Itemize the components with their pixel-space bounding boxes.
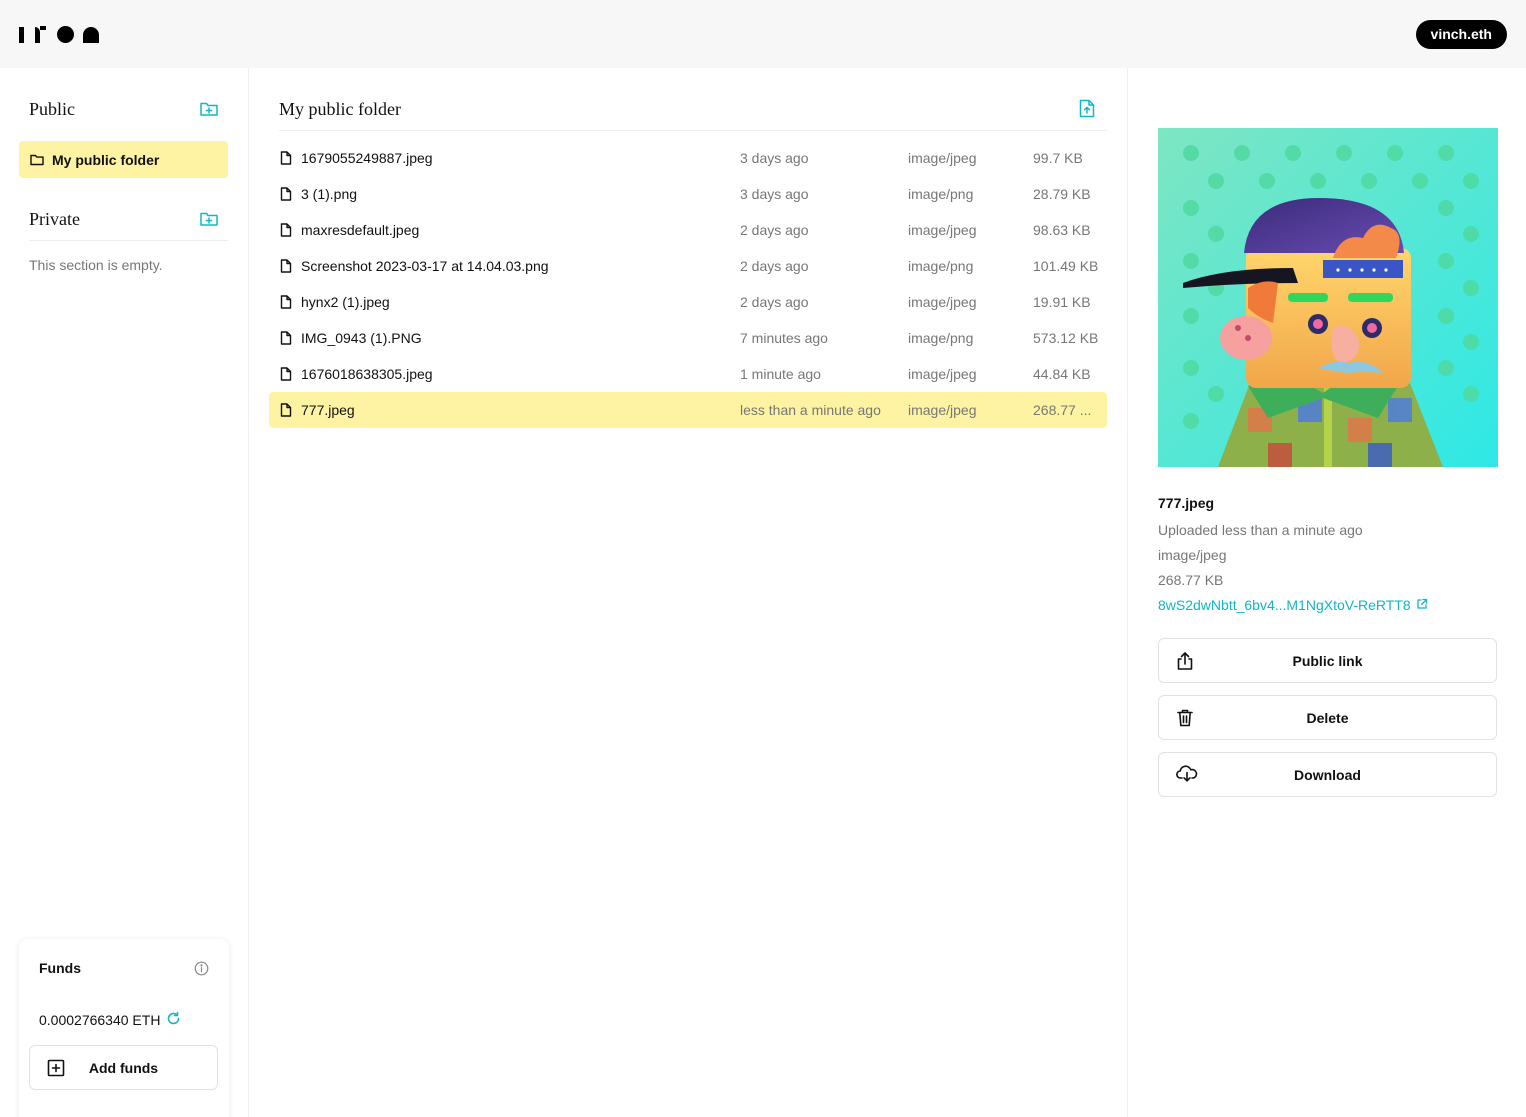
detail-mime-type: image/jpeg <box>1158 547 1227 563</box>
file-date: 1 minute ago <box>740 366 821 382</box>
funds-balance: 0.0002766340 ETH <box>39 1011 181 1029</box>
detail-file-name: 777.jpeg <box>1158 495 1215 511</box>
file-icon <box>280 151 292 168</box>
refresh-icon[interactable] <box>166 1011 181 1029</box>
delete-button[interactable]: Delete <box>1158 695 1497 740</box>
file-date: 2 days ago <box>740 294 809 310</box>
add-folder-icon[interactable] <box>200 211 218 227</box>
file-icon <box>280 331 292 348</box>
file-type: image/png <box>908 330 974 346</box>
file-date: 7 minutes ago <box>740 330 828 346</box>
detail-cid-link[interactable]: 8wS2dwNbtt_6bv4...M1NgXtoV-ReRTT8 <box>1158 597 1428 613</box>
file-name: Screenshot 2023-03-17 at 14.04.03.png <box>301 258 549 274</box>
file-type: image/jpeg <box>908 222 977 238</box>
cid-text: 8wS2dwNbtt_6bv4...M1NgXtoV-ReRTT8 <box>1158 597 1411 613</box>
file-date: less than a minute ago <box>740 402 881 418</box>
file-type: image/jpeg <box>908 402 977 418</box>
public-link-label: Public link <box>1292 652 1363 669</box>
file-size: 28.79 KB <box>1033 186 1091 202</box>
file-name: IMG_0943 (1).PNG <box>301 330 422 346</box>
private-section-title: Private <box>29 209 80 229</box>
detail-upload-time: Uploaded less than a minute ago <box>1158 522 1363 538</box>
upload-file-icon[interactable] <box>1079 99 1095 121</box>
file-type: image/jpeg <box>908 294 977 310</box>
file-row[interactable]: Screenshot 2023-03-17 at 14.04.03.png 2 d… <box>269 248 1107 284</box>
public-section-header: Public <box>29 96 228 122</box>
top-bar: vinch.eth <box>0 0 1526 68</box>
funds-title: Funds <box>39 960 81 976</box>
trash-icon <box>1176 708 1194 731</box>
file-detail-panel: 777.jpeg Uploaded less than a minute ago… <box>1127 68 1526 1117</box>
folder-icon <box>30 154 44 165</box>
file-icon <box>280 367 292 384</box>
file-row[interactable]: IMG_0943 (1).PNG 7 minutes ago image/png 57… <box>269 320 1107 356</box>
file-icon <box>280 223 292 240</box>
private-section-header: Private <box>29 206 228 232</box>
file-type: image/jpeg <box>908 366 977 382</box>
plus-square-icon <box>47 1059 65 1080</box>
detail-file-size: 268.77 KB <box>1158 572 1224 588</box>
folder-title: My public folder <box>279 99 401 119</box>
file-name: 777.jpeg <box>301 402 355 418</box>
sidebar-item-my-public-folder[interactable]: My public folder <box>19 141 228 178</box>
file-name: 1679055249887.jpeg <box>301 150 433 166</box>
external-link-icon <box>1416 597 1428 613</box>
file-icon <box>280 403 292 420</box>
folder-label: My public folder <box>52 151 160 168</box>
public-link-button[interactable]: Public link <box>1158 638 1497 683</box>
funds-amount: 0.0002766340 ETH <box>39 1012 161 1028</box>
file-date: 2 days ago <box>740 222 809 238</box>
private-empty-note: This section is empty. <box>29 257 163 273</box>
file-row[interactable]: 3 (1).png 3 days ago image/png 28.79 KB <box>269 176 1107 212</box>
file-name: 3 (1).png <box>301 186 358 202</box>
file-date: 3 days ago <box>740 186 809 202</box>
divider <box>29 240 228 241</box>
iron-logo[interactable] <box>19 26 99 43</box>
file-type: image/png <box>908 258 974 274</box>
file-date: 2 days ago <box>740 258 809 274</box>
delete-label: Delete <box>1306 709 1349 726</box>
download-label: Download <box>1294 766 1361 783</box>
file-size: 44.84 KB <box>1033 366 1091 382</box>
file-type: image/jpeg <box>908 150 977 166</box>
funds-card: Funds 0.0002766340 ETH Add funds <box>19 939 229 1117</box>
file-name: maxresdefault.jpeg <box>301 222 420 238</box>
file-size: 573.12 KB <box>1033 330 1099 346</box>
file-icon <box>280 295 292 312</box>
file-row[interactable]: hynx2 (1).jpeg 2 days ago image/jpeg 19.91 … <box>269 284 1107 320</box>
file-row[interactable]: 777.jpeg less than a minute ago image/jpeg… <box>269 392 1107 428</box>
file-size: 19.91 KB <box>1033 294 1091 310</box>
public-section-title: Public <box>29 99 76 119</box>
share-icon <box>1176 651 1194 674</box>
file-row[interactable]: 1676018638305.jpeg 1 minute ago image/jpeg… <box>269 356 1107 392</box>
file-name: 1676018638305.jpeg <box>301 366 433 382</box>
file-icon <box>280 259 292 276</box>
file-icon <box>280 187 292 204</box>
folder-header: My public folder <box>279 96 1107 131</box>
file-name: hynx2 (1).jpeg <box>301 294 390 310</box>
file-preview-image <box>1158 128 1498 467</box>
add-folder-icon[interactable] <box>200 101 218 117</box>
file-size: 101.49 KB <box>1033 258 1099 274</box>
file-size: 98.63 KB <box>1033 222 1091 238</box>
cloud-download-icon <box>1176 765 1198 786</box>
file-list-panel: My public folder 1679055249887.jpeg 3 day… <box>249 68 1127 1117</box>
user-account-button[interactable]: vinch.eth <box>1415 20 1507 49</box>
file-size: 268.77 ... <box>1033 402 1092 418</box>
add-funds-button[interactable]: Add funds <box>29 1045 218 1090</box>
file-size: 99.7 KB <box>1033 150 1083 166</box>
file-date: 3 days ago <box>740 150 809 166</box>
download-button[interactable]: Download <box>1158 752 1497 797</box>
file-row[interactable]: 1679055249887.jpeg 3 days ago image/jpeg 99… <box>269 140 1107 176</box>
file-row[interactable]: maxresdefault.jpeg 2 days ago image/jpeg 98… <box>269 212 1107 248</box>
info-icon[interactable] <box>194 961 209 979</box>
file-type: image/png <box>908 186 974 202</box>
